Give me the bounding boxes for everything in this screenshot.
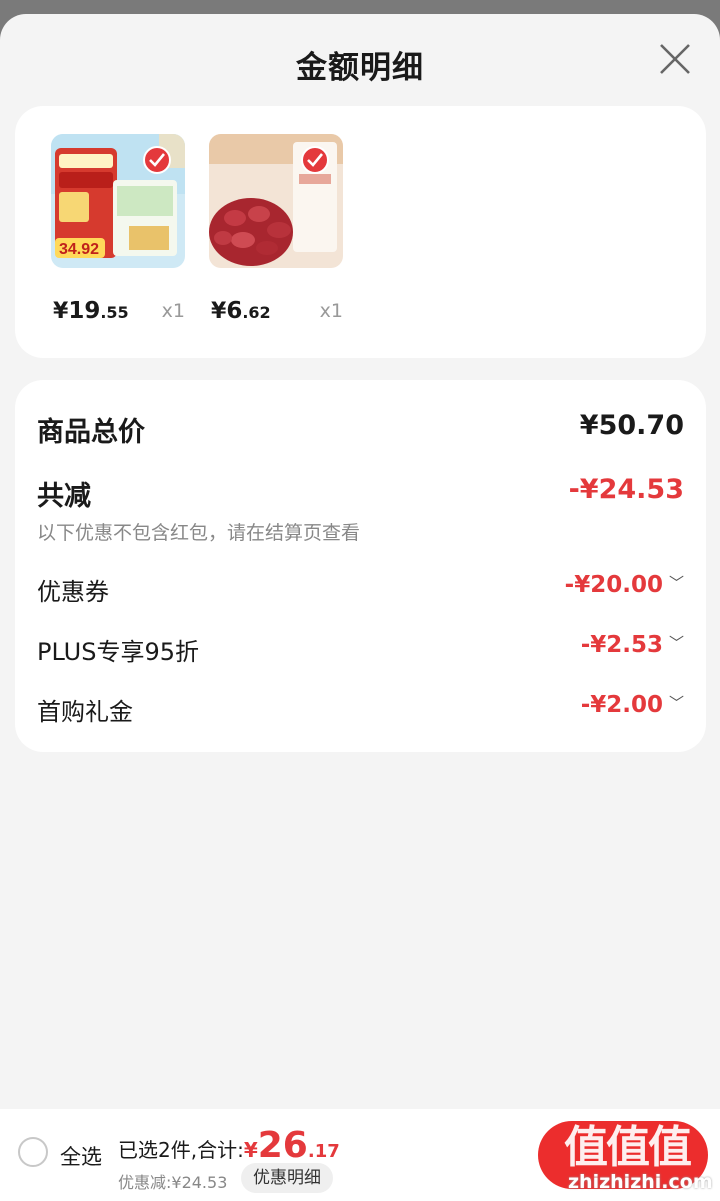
price-breakdown-card: 商品总价 ¥50.70 共减 -¥24.53 以下优惠不包含红包，请在结算页查看… <box>15 380 706 752</box>
select-all-radio[interactable] <box>18 1137 48 1167</box>
reduction-note: 以下优惠不包含红包，请在结算页查看 <box>37 522 361 544</box>
product-quantity: x1 <box>319 300 343 322</box>
total-price: ¥26.17 <box>243 1125 340 1166</box>
selected-check-icon[interactable] <box>301 146 329 174</box>
discount-value: -¥20.00 ﹀ <box>564 572 684 598</box>
discount-row-first-purchase[interactable]: 首购礼金 -¥2.00 ﹀ <box>37 692 684 727</box>
product-image-badge: 34.92 <box>59 241 99 258</box>
chevron-down-icon: ﹀ <box>668 574 684 592</box>
product-price: ¥6.62 <box>211 298 271 324</box>
discount-label: 首购礼金 <box>37 698 133 726</box>
selected-summary: 已选2件,合计:¥26.17 <box>118 1125 340 1166</box>
selected-check-icon[interactable] <box>143 146 171 174</box>
product-item[interactable]: ¥6.62 x1 <box>209 134 343 338</box>
product-price-row: ¥19.55 x1 <box>51 298 185 338</box>
sheet-header: 金额明细 <box>0 14 720 106</box>
product-price: ¥19.55 <box>53 298 129 324</box>
discount-value: -¥2.53 ﹀ <box>580 632 684 658</box>
sheet-title: 金额明细 <box>296 50 424 86</box>
amount-detail-sheet: 金额明细 34.92 ¥19.55 x1 ¥6.62 x1 商品总价 ¥50.7… <box>0 14 720 1201</box>
selected-count-text: 已选2件,合计: <box>118 1138 244 1162</box>
reduction-value: -¥24.53 <box>568 474 684 505</box>
product-thumbnail[interactable] <box>209 134 343 268</box>
chevron-down-icon: ﹀ <box>668 694 684 712</box>
discount-label: 优惠券 <box>37 578 109 606</box>
checkout-button[interactable] <box>538 1121 708 1189</box>
discount-value: -¥2.00 ﹀ <box>580 692 684 718</box>
discount-detail-button[interactable]: 优惠明细 <box>241 1163 333 1193</box>
product-list-card: 34.92 ¥19.55 x1 ¥6.62 x1 <box>15 106 706 358</box>
goods-total-row: 商品总价 ¥50.70 <box>37 410 684 449</box>
checkout-bar: 全选 已选2件,合计:¥26.17 优惠减:¥24.53 优惠明细 值值值 zh… <box>0 1109 720 1201</box>
product-thumbnail[interactable]: 34.92 <box>51 134 185 268</box>
discount-label: PLUS专享95折 <box>37 638 199 666</box>
product-item[interactable]: 34.92 ¥19.55 x1 <box>51 134 185 338</box>
product-quantity: x1 <box>161 300 185 322</box>
savings-text: 优惠减:¥24.53 <box>118 1173 228 1192</box>
reduction-row: 共减 -¥24.53 <box>37 474 684 513</box>
reduction-label: 共减 <box>37 481 91 512</box>
discount-row-coupon[interactable]: 优惠券 -¥20.00 ﹀ <box>37 572 684 607</box>
close-icon[interactable] <box>658 42 692 76</box>
discount-row-plus[interactable]: PLUS专享95折 -¥2.53 ﹀ <box>37 632 684 667</box>
chevron-down-icon: ﹀ <box>668 634 684 652</box>
goods-total-value: ¥50.70 <box>579 410 684 441</box>
goods-total-label: 商品总价 <box>37 417 145 448</box>
product-price-row: ¥6.62 x1 <box>209 298 343 338</box>
select-all-label[interactable]: 全选 <box>60 1141 102 1171</box>
